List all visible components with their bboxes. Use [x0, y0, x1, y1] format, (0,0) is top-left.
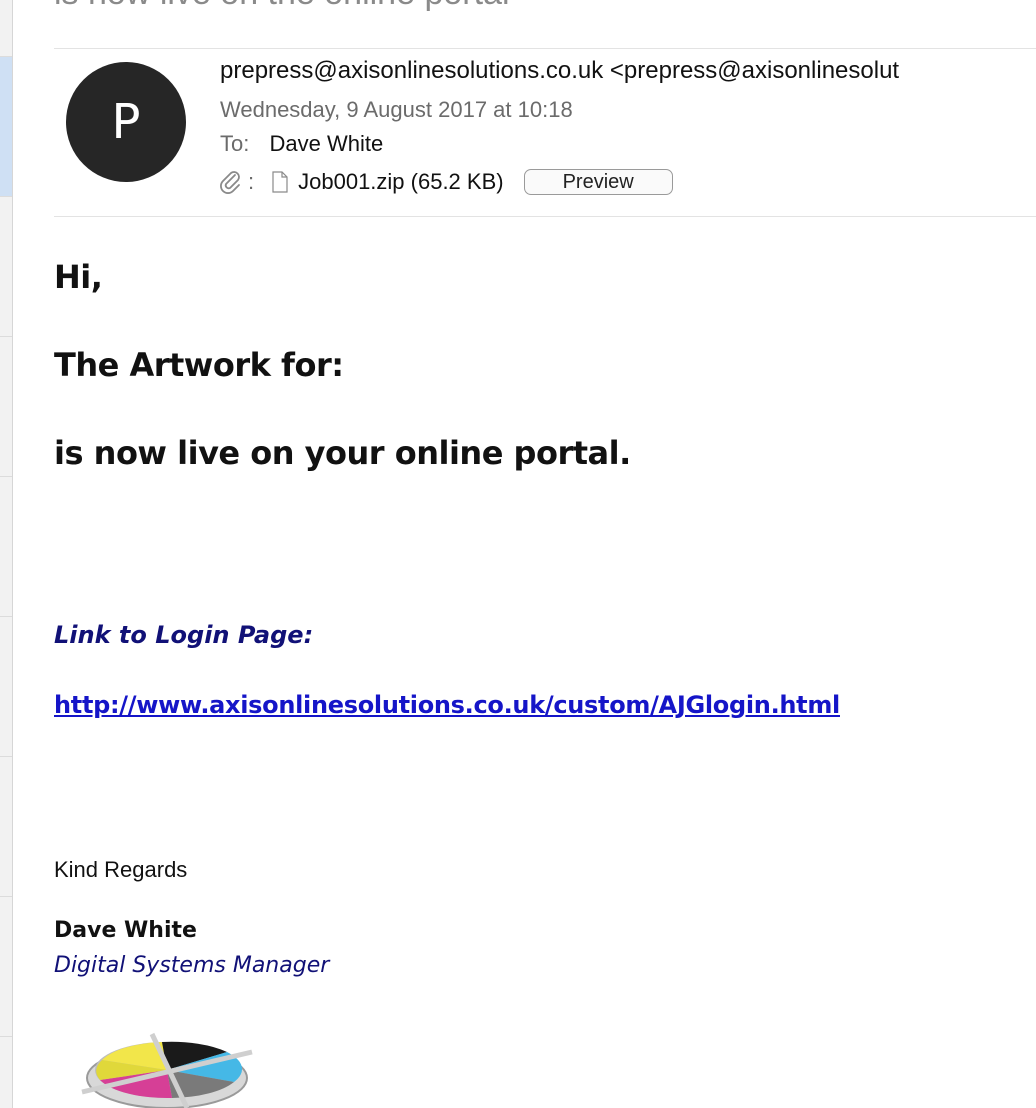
sender-avatar: P [66, 62, 186, 182]
list-row-separator [0, 196, 12, 197]
greeting: Hi, [54, 258, 103, 296]
avatar-letter: P [111, 94, 141, 150]
list-row-separator [0, 616, 12, 617]
recipient-row: To: Dave White [220, 131, 383, 157]
to-label: To: [220, 131, 250, 156]
signature-name: Dave White [54, 918, 197, 943]
preview-button[interactable]: Preview [523, 169, 673, 195]
list-row-separator [0, 336, 12, 337]
attachment-name[interactable]: Job001.zip (65.2 KB) [298, 169, 503, 195]
header-top-divider [54, 48, 1036, 49]
recipient-name[interactable]: Dave White [269, 131, 383, 156]
attachment-colon: : [248, 169, 255, 194]
header-bottom-divider [54, 216, 1036, 217]
login-url-link[interactable]: http://www.axisonlinesolutions.co.uk/cus… [54, 691, 840, 719]
list-row-separator [0, 476, 12, 477]
email-reading-pane: is now live on the online portal P prepr… [0, 0, 1036, 1108]
list-row-separator [0, 1036, 12, 1037]
sender-address[interactable]: prepress@axisonlinesolutions.co.uk <prep… [220, 57, 899, 85]
file-icon [272, 171, 288, 193]
signature-title: Digital Systems Manager [54, 953, 330, 978]
attachment-row: : Job001.zip (65.2 KB) Preview [218, 168, 673, 196]
company-logo [62, 1030, 282, 1108]
email-subject: is now live on the online portal [54, 0, 510, 13]
message-list-edge[interactable] [0, 0, 13, 1108]
closing-regards: Kind Regards [54, 857, 188, 882]
list-row-separator [0, 56, 12, 57]
list-row-separator [0, 756, 12, 757]
artwork-line: The Artwork for: [54, 346, 344, 384]
paperclip-icon [218, 169, 244, 195]
live-line: is now live on your online portal. [54, 434, 631, 472]
selected-message-highlight [0, 56, 12, 196]
sent-date: Wednesday, 9 August 2017 at 10:18 [220, 97, 573, 122]
list-row-separator [0, 896, 12, 897]
login-link-label: Link to Login Page: [54, 621, 314, 649]
